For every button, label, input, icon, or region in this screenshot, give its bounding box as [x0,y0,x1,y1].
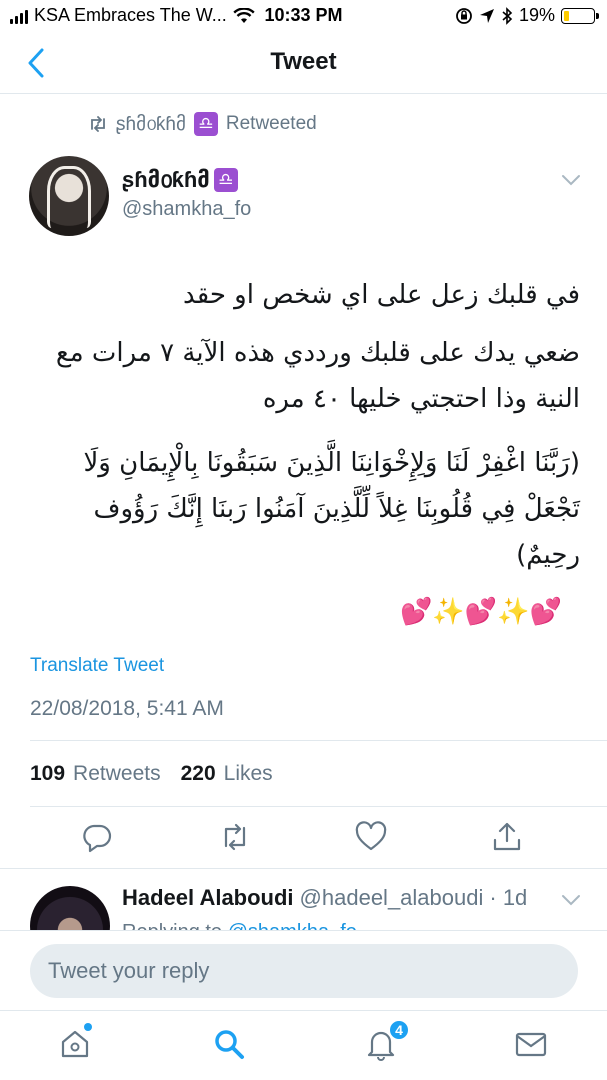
location-icon [479,8,494,23]
tab-bar: 4 [0,1010,607,1080]
reply-author-handle: @hadeel_alaboudi [299,885,484,910]
battery-percent: 19% [518,5,555,25]
tweet-timestamp: 22/08/2018, 5:41 AM [30,697,224,720]
divider [30,806,607,807]
retweets-label[interactable]: Retweets [73,762,161,786]
reply-author[interactable]: Hadeel Alaboudi @hadeel_alaboudi · 1d [122,885,527,911]
reply-input[interactable] [30,944,578,998]
search-icon[interactable] [212,1027,246,1061]
reply-author-name: Hadeel Alaboudi [122,885,294,910]
nav-bar: Tweet [0,32,607,94]
rotation-lock-icon [456,7,472,24]
home-icon[interactable] [58,1027,92,1061]
libra-icon: ♎ [193,112,218,136]
bluetooth-icon [502,6,513,25]
likes-label[interactable]: Likes [224,762,273,786]
messages-icon[interactable] [514,1027,548,1061]
retweet-context: ʂɦმ൦ƙɦმ ♎ Retweeted [88,112,317,136]
tweet-stats: 109 Retweets 220 Likes [30,762,273,786]
page-title: Tweet [270,48,337,75]
author-avatar[interactable] [29,156,109,236]
action-bar [0,820,607,860]
author-name-text: ʂɦმ൦ƙɦმ [122,167,210,192]
share-icon[interactable] [490,820,524,854]
retweet-icon[interactable] [218,820,252,854]
avatar-veil [47,166,91,228]
translate-tweet-link[interactable]: Translate Tweet [30,655,164,677]
retweeter-name[interactable]: ʂɦმ൦ƙɦმ [116,113,186,136]
chevron-down-icon[interactable] [560,172,582,188]
libra-icon: ♎ [213,168,238,192]
battery-icon [561,7,599,24]
tweet-text-verse: (رَبَّنَا اغْفِرْ لَنَا وَلِإِخْوَانِنَا… [83,448,580,570]
retweets-count[interactable]: 109 [30,762,65,786]
tweet-text-para2: ضعي يدك على قلبك ورددي هذه الآية ٧ مرات … [55,338,580,414]
chevron-down-icon[interactable] [560,892,582,908]
emoji-line: 💕✨💕✨💕 [400,596,562,626]
reply-age: · 1d [489,885,528,910]
retweet-label: Retweeted [225,113,317,134]
author-handle[interactable]: @shamkha_fo [122,198,251,221]
status-bar: KSA Embraces The W... 10:33 PM 19% [0,0,607,32]
notifications-badge: 4 [388,1019,410,1041]
reply-composer [0,930,607,1010]
tweet-text-line1: في قلبك زعل على اي شخص او حقد [183,280,580,310]
author-name[interactable]: ʂɦმ൦ƙɦმ ♎ [122,167,238,193]
like-icon[interactable] [354,820,388,854]
likes-count[interactable]: 220 [181,762,216,786]
divider [30,740,607,741]
reply-icon[interactable] [80,820,114,854]
retweet-small-icon [91,116,105,132]
divider [0,868,607,869]
status-right: 19% [455,5,599,26]
battery-fill [564,10,570,21]
